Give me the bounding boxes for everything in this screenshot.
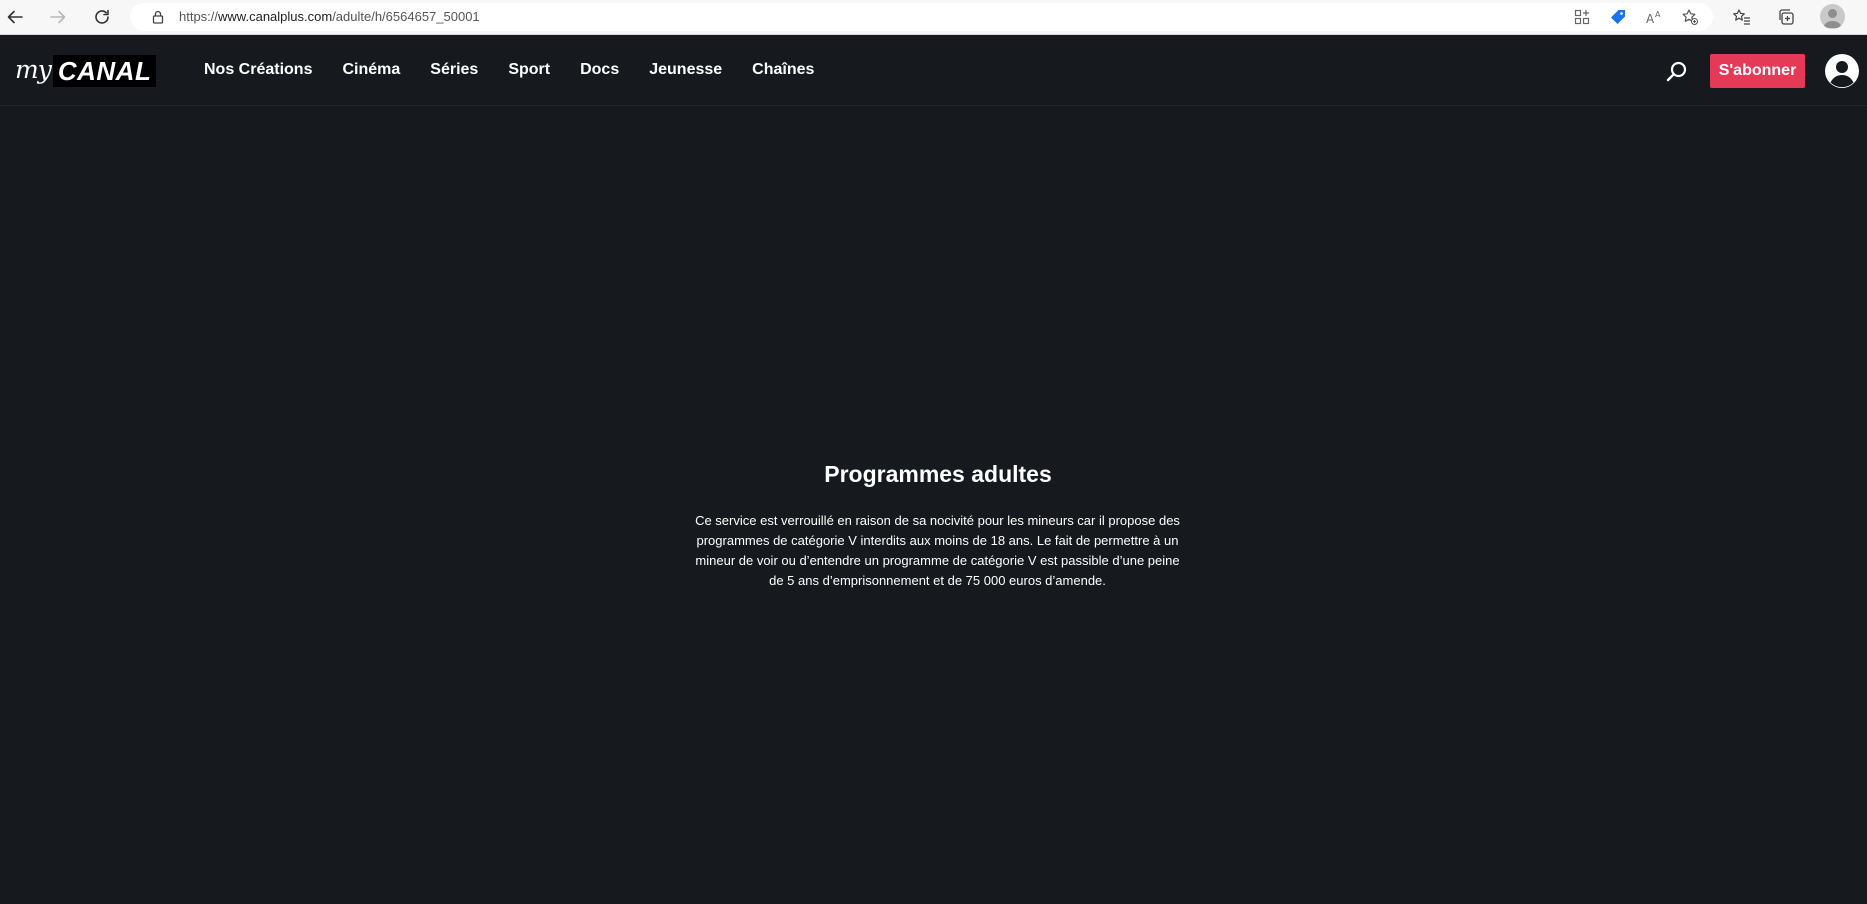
svg-text:A: A — [1655, 10, 1661, 19]
apps-icon[interactable] — [1573, 8, 1591, 26]
add-favorite-icon[interactable] — [1681, 8, 1699, 26]
account-button[interactable] — [1825, 54, 1859, 88]
main-navigation: Nos Créations Cinéma Séries Sport Docs J… — [204, 59, 844, 81]
nav-nos-creations[interactable]: Nos Créations — [204, 59, 312, 81]
address-bar[interactable]: https://www.canalplus.com/adulte/h/65646… — [130, 3, 1713, 31]
browser-toolbar: https://www.canalplus.com/adulte/h/65646… — [0, 0, 1867, 35]
logo-my-text: my — [15, 54, 52, 84]
logo-canal-text: CANAL — [52, 55, 157, 87]
legal-warning-text: Ce service est verrouillé en raison de s… — [695, 513, 1180, 588]
mycanal-logo[interactable]: my CANAL — [15, 54, 157, 87]
svg-text:A: A — [1646, 12, 1655, 26]
url-text[interactable]: https://www.canalplus.com/adulte/h/65646… — [179, 9, 480, 24]
main-content: Programmes adultes Ce service est verrou… — [0, 107, 1867, 904]
nav-docs[interactable]: Docs — [580, 59, 619, 81]
arrow-left-icon — [7, 10, 23, 24]
site-header: my CANAL Nos Créations Cinéma Séries Spo… — [0, 35, 1867, 106]
coupon-tag-icon[interactable] — [1609, 8, 1627, 26]
reload-icon — [95, 9, 109, 24]
collections-icon[interactable] — [1774, 5, 1798, 29]
forward-button[interactable] — [45, 4, 71, 30]
read-aloud-icon[interactable]: AA — [1645, 8, 1663, 26]
reload-button[interactable] — [89, 4, 115, 30]
search-button[interactable] — [1664, 59, 1690, 85]
browser-profile-icon[interactable] — [1820, 4, 1845, 29]
favorites-icon[interactable] — [1730, 5, 1754, 29]
subscribe-button[interactable]: S'abonner — [1710, 54, 1805, 88]
user-avatar-icon — [1830, 61, 1854, 88]
nav-chaines[interactable]: Chaînes — [752, 59, 814, 81]
nav-cinema[interactable]: Cinéma — [342, 59, 400, 81]
lock-icon[interactable] — [150, 9, 166, 25]
search-icon — [1666, 61, 1687, 82]
nav-jeunesse[interactable]: Jeunesse — [649, 59, 722, 81]
page-title: Programmes adultes — [824, 461, 1052, 487]
nav-sport[interactable]: Sport — [508, 59, 550, 81]
arrow-right-icon — [50, 10, 66, 24]
nav-series[interactable]: Séries — [430, 59, 478, 81]
back-button[interactable] — [2, 4, 28, 30]
